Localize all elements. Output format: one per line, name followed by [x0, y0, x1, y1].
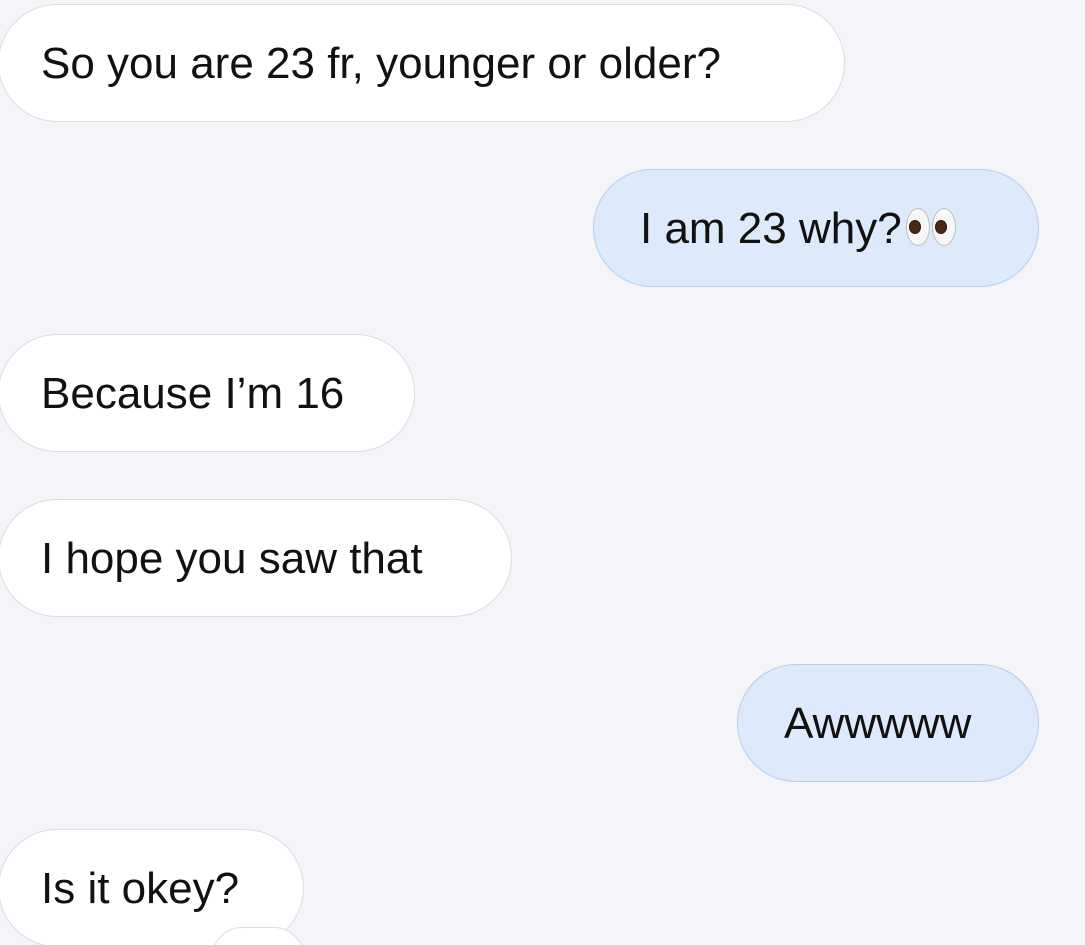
message-text: Because I’m 16 — [41, 369, 345, 418]
outgoing-message-bubble[interactable]: I am 23 why? — [593, 169, 1039, 287]
incoming-message-bubble[interactable]: So you are 23 fr, younger or older? — [0, 4, 845, 122]
message-text: I hope you saw that — [41, 534, 423, 583]
message-text: Awwwww — [784, 699, 972, 748]
right-eye-icon — [931, 208, 956, 247]
message-text: So you are 23 fr, younger or older? — [41, 39, 721, 88]
message-thread[interactable]: So you are 23 fr, younger or older? I am… — [0, 0, 1085, 945]
left-eye-icon — [905, 208, 930, 247]
eyes-emoji-icon — [905, 208, 956, 247]
incoming-message-bubble[interactable]: Because I’m 16 — [0, 334, 415, 452]
incoming-message-bubble[interactable]: I hope you saw that — [0, 499, 512, 617]
message-text: Is it okey? — [41, 864, 240, 913]
message-text: I am 23 why? — [640, 204, 902, 253]
outgoing-message-bubble[interactable]: Awwwww — [737, 664, 1039, 782]
